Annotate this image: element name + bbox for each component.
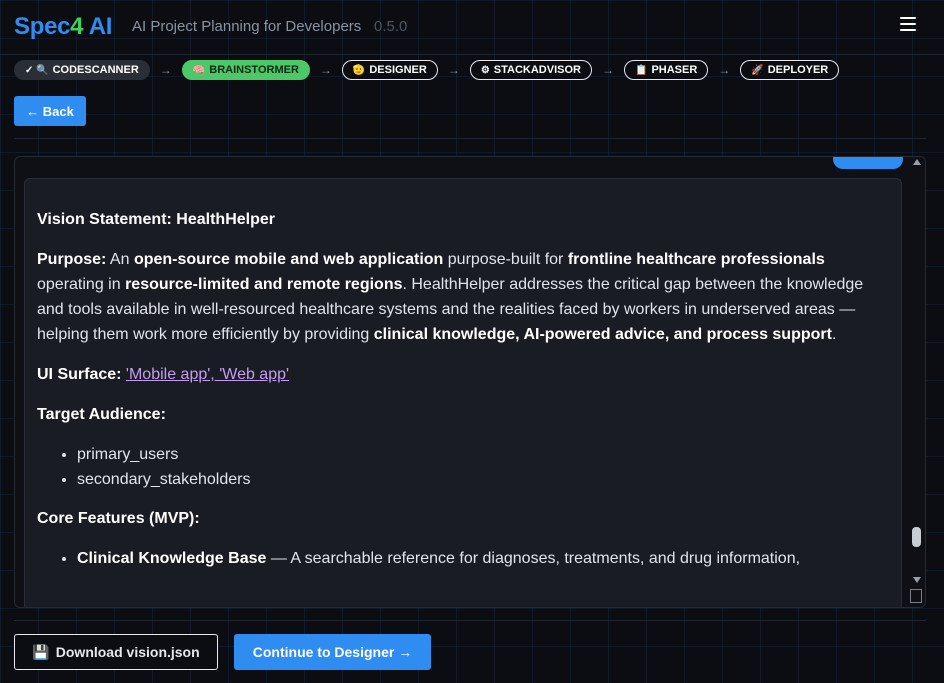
purpose-paragraph: Purpose: An open-source mobile and web a… [37, 247, 887, 347]
step-arrow-icon: → [319, 63, 332, 77]
divider [14, 620, 926, 621]
download-label: Download vision.json [55, 644, 200, 660]
step-arrow-icon: → [447, 63, 460, 77]
step-stackadvisor[interactable]: ⚙ STACKADVISOR [469, 60, 592, 80]
scroll-down-arrow-icon[interactable] [913, 577, 921, 583]
step-phaser[interactable]: 📋 PHASER [623, 60, 709, 80]
purpose-bold: clinical knowledge, AI-powered advice, a… [373, 326, 832, 343]
vision-panel[interactable]: Vision Statement: HealthHelper Purpose: … [14, 156, 926, 608]
step-arrow-icon: → [601, 63, 614, 77]
audience-list: primary_users secondary_stakeholders [37, 442, 887, 492]
purpose-text: An [109, 251, 130, 268]
workflow-steps: ✓ 🔍 CODESCANNER → 🧠 BRAINSTORMER → 🫡 DES… [14, 60, 840, 80]
resize-handle-icon[interactable] [910, 589, 922, 603]
purpose-label: Purpose: [37, 251, 107, 268]
purpose-text: purpose-built for [447, 251, 564, 268]
scrollbar-thumb[interactable] [912, 527, 921, 547]
purpose-bold: open-source mobile and web application [133, 251, 444, 268]
brain-icon: 🧠 [192, 64, 206, 76]
ui-surface-label: UI Surface: [37, 366, 122, 383]
floppy-disk-icon: 💾 [32, 643, 50, 660]
gear-icon: ⚙ [480, 64, 490, 76]
feature-name: Clinical Knowledge Base [77, 550, 267, 567]
logo-text-spec: Spec [14, 13, 71, 40]
app-logo[interactable]: Spec4 AI [14, 13, 112, 41]
step-label: CODESCANNER [52, 64, 139, 76]
vertical-scrollbar[interactable] [909, 157, 925, 607]
step-codescanner[interactable]: ✓ 🔍 CODESCANNER [14, 60, 150, 80]
step-designer[interactable]: 🫡 DESIGNER [341, 60, 438, 80]
vision-title: Vision Statement: HealthHelper [37, 211, 275, 228]
step-label: DESIGNER [369, 64, 427, 76]
step-label: STACKADVISOR [493, 64, 581, 76]
step-arrow-icon: → [718, 63, 731, 77]
features-heading: Core Features (MVP): [37, 510, 200, 527]
purpose-text: operating in [37, 276, 121, 293]
features-list: Clinical Knowledge Base — A searchable r… [37, 546, 887, 571]
divider [14, 138, 926, 139]
ui-surface-link[interactable]: 'Mobile app', 'Web app' [126, 366, 289, 383]
vision-content: Vision Statement: HealthHelper Purpose: … [37, 207, 887, 585]
ui-surface-line: UI Surface: 'Mobile app', 'Web app' [37, 362, 887, 387]
check-search-icon: ✓ 🔍 [25, 64, 49, 76]
logo-text-4: 4 [70, 13, 84, 40]
hamburger-menu-icon[interactable] [900, 17, 916, 33]
app-tagline: AI Project Planning for Developers [132, 18, 362, 35]
list-item: primary_users [77, 442, 887, 467]
designer-icon: 🫡 [352, 64, 366, 76]
app-header: Spec4 AI AI Project Planning for Develop… [0, 0, 944, 55]
panel-top-chip [833, 157, 903, 169]
step-deployer[interactable]: 🚀 DEPLOYER [740, 60, 840, 80]
logo-text-ai: AI [83, 13, 113, 40]
scroll-up-arrow-icon[interactable] [913, 159, 921, 165]
purpose-text: . [831, 326, 837, 343]
download-vision-button[interactable]: 💾 Download vision.json [14, 634, 218, 670]
purpose-bold: frontline healthcare professionals [567, 251, 825, 268]
app-version: 0.5.0 [374, 18, 408, 35]
list-item: secondary_stakeholders [77, 467, 887, 492]
vision-card: Vision Statement: HealthHelper Purpose: … [24, 178, 902, 607]
feature-desc: — A searchable reference for diagnoses, … [270, 550, 801, 567]
purpose-bold: resource-limited and remote regions [125, 276, 403, 293]
step-label: BRAINSTORMER [209, 64, 299, 76]
step-label: DEPLOYER [767, 64, 829, 76]
continue-to-designer-button[interactable]: Continue to Designer → [234, 634, 431, 670]
clipboard-icon: 📋 [634, 64, 648, 76]
step-arrow-icon: → [159, 63, 172, 77]
rocket-icon: 🚀 [751, 64, 764, 76]
audience-heading: Target Audience: [37, 406, 166, 423]
back-button[interactable]: ← Back [14, 96, 86, 126]
step-label: PHASER [651, 64, 698, 76]
list-item: Clinical Knowledge Base — A searchable r… [77, 546, 887, 571]
step-brainstormer[interactable]: 🧠 BRAINSTORMER [181, 60, 310, 80]
